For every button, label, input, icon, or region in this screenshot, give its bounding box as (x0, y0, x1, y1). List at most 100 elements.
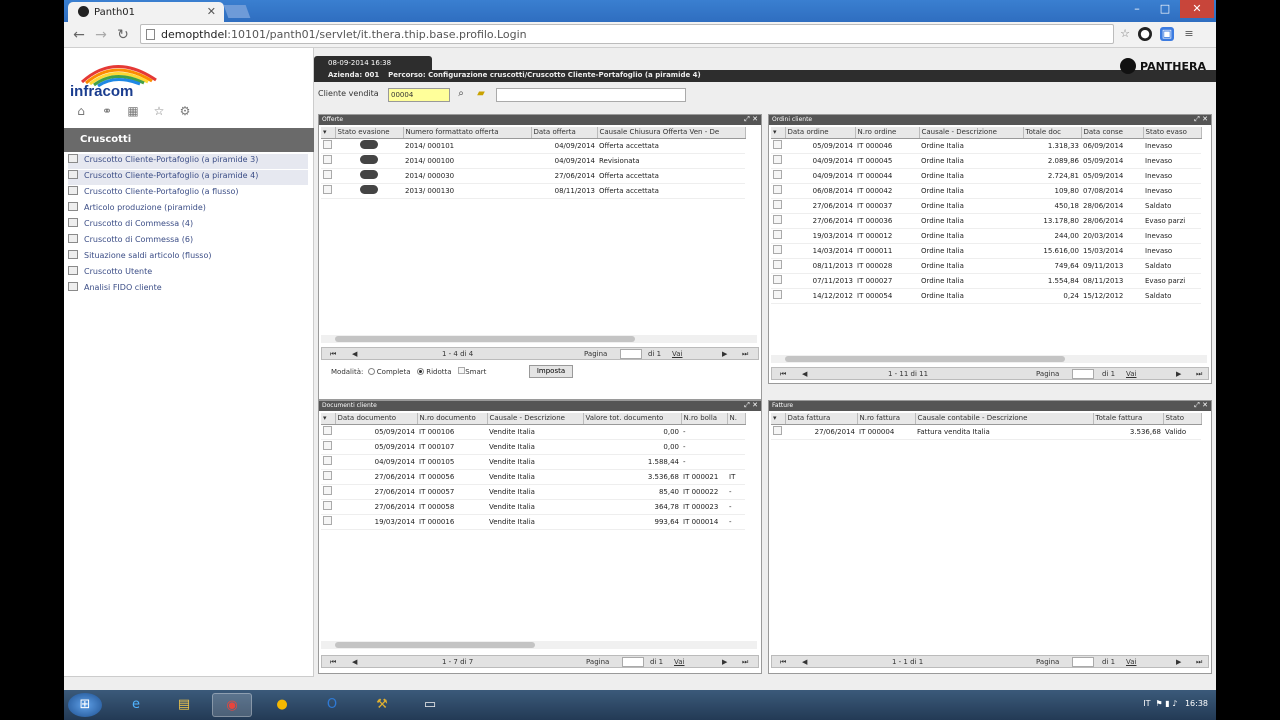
table-row[interactable]: 05/09/2014 IT 000046 Ordine Italia 1.318,33… (771, 138, 1201, 154)
sidebar-item[interactable]: Articolo produzione (piramide) (68, 202, 308, 217)
column-header[interactable]: Numero formattato offerta (403, 127, 532, 139)
cliente-input[interactable]: 00004 (388, 88, 450, 102)
row-checkbox[interactable] (323, 185, 332, 194)
row-checkbox[interactable] (323, 516, 332, 525)
vai-link[interactable]: Vai (1126, 370, 1136, 378)
row-checkbox[interactable] (773, 170, 782, 179)
column-header[interactable]: N. (727, 413, 746, 425)
table-row[interactable]: 27/06/2014 IT 000037 Ordine Italia 450,18 28… (771, 198, 1201, 214)
prev-page-button[interactable]: ◀ (802, 658, 807, 666)
first-page-button[interactable]: ⏮ (780, 370, 786, 379)
table-row[interactable]: 19/03/2014 IT 000016 Vendite Italia 993,64 I… (321, 514, 745, 530)
first-page-button[interactable]: ⏮ (780, 658, 786, 667)
view-icon[interactable] (360, 170, 378, 179)
row-checkbox[interactable] (323, 426, 332, 435)
bookmark-star-icon[interactable]: ☆ (1118, 27, 1132, 41)
grid-icon[interactable]: ▦ (126, 104, 140, 118)
favorites-star-icon[interactable]: ☆ (152, 104, 166, 118)
outlook-icon[interactable]: O (312, 693, 352, 717)
tree-icon[interactable]: ⚭ (100, 104, 114, 118)
chrome-icon[interactable]: ◉ (212, 693, 252, 717)
view-icon[interactable] (360, 185, 378, 194)
panel-controls-icon[interactable]: ⤢ ✕ (744, 115, 758, 124)
home-icon[interactable]: ⌂ (74, 104, 88, 118)
select-all-header[interactable]: ▾ (771, 127, 786, 139)
scroll-thumb[interactable] (785, 356, 1065, 362)
row-checkbox[interactable] (773, 185, 782, 194)
row-checkbox[interactable] (323, 441, 332, 450)
table-row[interactable]: 05/09/2014 IT 000107 Vendite Italia 0,00- (321, 439, 745, 455)
select-all-header[interactable]: ▾ (321, 127, 336, 139)
row-checkbox[interactable] (773, 140, 782, 149)
column-header[interactable]: Causale - Descrizione (487, 413, 584, 425)
column-header[interactable]: Data ordine (785, 127, 856, 139)
forward-arrow-icon[interactable]: → (92, 26, 110, 44)
start-button[interactable]: ⊞ (68, 693, 102, 717)
vai-link[interactable]: Vai (672, 350, 682, 358)
row-checkbox[interactable] (773, 245, 782, 254)
prev-page-button[interactable]: ◀ (802, 370, 807, 378)
table-row[interactable]: 27/06/2014 IT 000057 Vendite Italia 85,40 IT… (321, 484, 745, 500)
close-window-button[interactable]: ✕ (1180, 0, 1214, 18)
table-row[interactable]: 06/08/2014 IT 000042 Ordine Italia 109,80 07… (771, 183, 1201, 199)
column-header[interactable]: Causale Chiusura Offerta Ven - De (597, 127, 746, 139)
vai-link[interactable]: Vai (1126, 658, 1136, 666)
table-row[interactable]: 14/12/2012 IT 000054 Ordine Italia 0,24 15/1… (771, 288, 1201, 304)
table-row[interactable]: 04/09/2014 IT 000045 Ordine Italia 2.089,86… (771, 153, 1201, 169)
extension-2-icon[interactable]: ▣ (1160, 27, 1174, 41)
sidebar-scrollbar[interactable] (64, 676, 314, 690)
search-icon[interactable]: ⌕ (454, 88, 468, 102)
table-row[interactable]: 05/09/2014 IT 000106 Vendite Italia 0,00- (321, 424, 745, 440)
row-checkbox[interactable] (773, 200, 782, 209)
select-all-header[interactable]: ▾ (771, 413, 786, 425)
sidebar-item[interactable]: Analisi FIDO cliente (68, 282, 308, 297)
extension-icon[interactable]: ● (1138, 27, 1152, 41)
scroll-thumb[interactable] (335, 336, 635, 342)
internet-explorer-icon[interactable]: e (116, 693, 156, 717)
page-input[interactable] (622, 657, 644, 667)
radio-ridotta[interactable] (417, 368, 425, 375)
row-checkbox[interactable] (323, 471, 332, 480)
prev-page-button[interactable]: ◀ (352, 658, 357, 666)
table-row[interactable]: 27/06/2014 IT 000036 Ordine Italia 13.178,8… (771, 213, 1201, 229)
horizontal-scrollbar[interactable] (321, 335, 757, 343)
close-tab-icon[interactable]: ✕ (207, 5, 216, 18)
column-header[interactable]: Stato (1163, 413, 1202, 425)
first-page-button[interactable]: ⏮ (330, 350, 336, 359)
next-page-button[interactable]: ▶ (722, 350, 727, 358)
last-page-button[interactable]: ⏭ (1196, 658, 1202, 667)
view-icon[interactable] (360, 140, 378, 149)
column-header[interactable]: N.ro ordine (855, 127, 920, 139)
menu-icon[interactable]: ≡ (1182, 27, 1196, 41)
row-checkbox[interactable] (323, 456, 332, 465)
file-explorer-icon[interactable]: ▤ (164, 693, 204, 717)
sidebar-item[interactable]: Situazione saldi articolo (flusso) (68, 250, 308, 265)
column-header[interactable]: Stato evaso (1143, 127, 1202, 139)
sidebar-item[interactable]: Cruscotto di Commessa (4) (68, 218, 308, 233)
table-row[interactable]: 07/11/2013 IT 000027 Ordine Italia 1.554,84… (771, 273, 1201, 289)
column-header[interactable]: Causale - Descrizione (919, 127, 1024, 139)
column-header[interactable]: Valore tot. documento (583, 413, 682, 425)
minimize-button[interactable]: – (1124, 0, 1150, 18)
last-page-button[interactable]: ⏭ (742, 350, 748, 359)
window-icon[interactable]: ▭ (410, 693, 450, 717)
row-checkbox[interactable] (323, 170, 332, 179)
column-header[interactable]: Data documento (335, 413, 418, 425)
sidebar-item[interactable]: Cruscotto di Commessa (6) (68, 234, 308, 249)
row-checkbox[interactable] (323, 501, 332, 510)
language-indicator[interactable]: IT (1143, 699, 1150, 708)
column-header[interactable]: Totale fattura (1093, 413, 1164, 425)
row-checkbox[interactable] (773, 155, 782, 164)
last-page-button[interactable]: ⏭ (742, 658, 748, 667)
view-icon[interactable] (360, 155, 378, 164)
row-checkbox[interactable] (773, 215, 782, 224)
table-row[interactable]: 2014/ 000100 04/09/2014 Revisionata (321, 153, 745, 169)
row-checkbox[interactable] (773, 260, 782, 269)
table-row[interactable]: 2013/ 000130 08/11/2013 Offerta accettata (321, 183, 745, 199)
select-all-header[interactable]: ▾ (321, 413, 336, 425)
sidebar-item[interactable]: Cruscotto Cliente-Portafoglio (a piramid… (68, 154, 308, 169)
row-checkbox[interactable] (323, 155, 332, 164)
scroll-thumb[interactable] (335, 642, 535, 648)
next-page-button[interactable]: ▶ (1176, 370, 1181, 378)
panel-controls-icon[interactable]: ⤢ ✕ (1194, 401, 1208, 410)
